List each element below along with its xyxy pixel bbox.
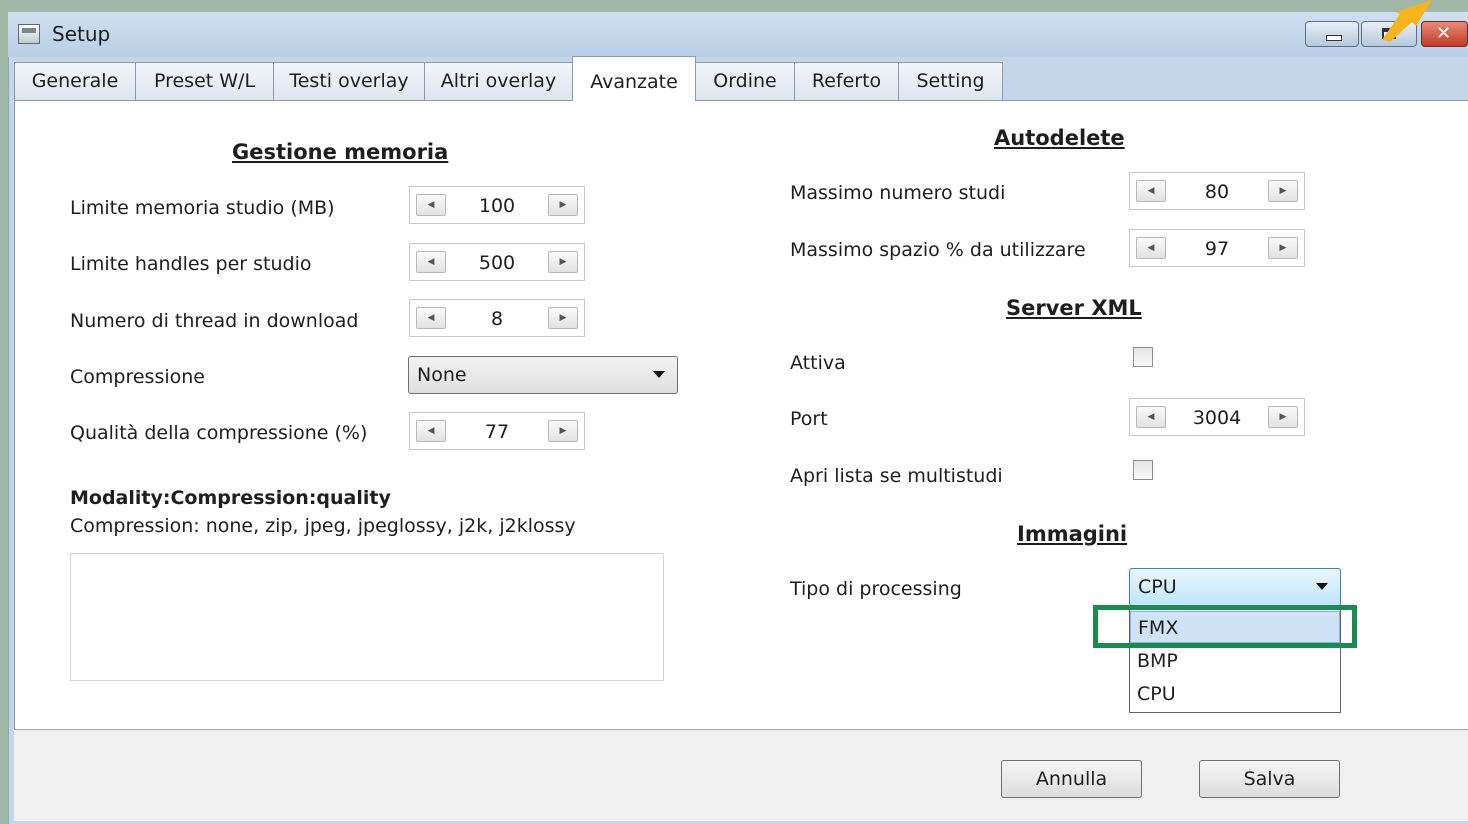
attiva-label: Attiva <box>790 352 846 374</box>
title-bar[interactable] <box>8 12 1468 57</box>
tab-setting[interactable]: Setting <box>898 62 1003 100</box>
handles-limit-spinner[interactable]: ◀ 500 ▶ <box>409 243 585 281</box>
tab-altri-overlay[interactable]: Altri overlay <box>424 62 573 100</box>
memory-limit-spinner[interactable]: ◀ 100 ▶ <box>409 186 585 224</box>
modality-textarea[interactable] <box>70 553 664 681</box>
spinner-value[interactable]: 77 <box>450 421 544 443</box>
processing-selected: CPU <box>1138 576 1177 598</box>
max-space-label: Massimo spazio % da utilizzare <box>790 239 1086 261</box>
tab-referto[interactable]: Referto <box>794 62 899 100</box>
port-spinner[interactable]: ◀ 3004 ▶ <box>1129 398 1305 436</box>
port-label: Port <box>790 408 828 430</box>
max-studies-spinner[interactable]: ◀ 80 ▶ <box>1129 172 1305 210</box>
decrement-button[interactable]: ◀ <box>416 251 446 273</box>
tab-testi-overlay[interactable]: Testi overlay <box>273 62 425 100</box>
decrement-button[interactable]: ◀ <box>1136 180 1166 202</box>
app-icon <box>18 24 40 44</box>
option-cpu[interactable]: CPU <box>1130 678 1340 710</box>
increment-button[interactable]: ▶ <box>1268 406 1298 428</box>
spinner-value[interactable]: 80 <box>1170 181 1264 203</box>
save-button[interactable]: Salva <box>1199 760 1340 798</box>
quality-spinner[interactable]: ◀ 77 ▶ <box>409 412 585 450</box>
chevron-down-icon <box>653 371 665 378</box>
increment-button[interactable]: ▶ <box>548 194 578 216</box>
close-icon: ✕ <box>1436 23 1452 44</box>
increment-button[interactable]: ▶ <box>548 307 578 329</box>
processing-select[interactable]: CPU <box>1129 568 1341 606</box>
decrement-button[interactable]: ◀ <box>416 307 446 329</box>
max-space-spinner[interactable]: ◀ 97 ▶ <box>1129 229 1305 267</box>
apri-lista-checkbox[interactable] <box>1133 460 1153 480</box>
tab-generale[interactable]: Generale <box>14 62 136 100</box>
spinner-value[interactable]: 500 <box>450 252 544 274</box>
decrement-button[interactable]: ◀ <box>416 420 446 442</box>
minimize-button[interactable] <box>1305 21 1359 47</box>
increment-button[interactable]: ▶ <box>1268 237 1298 259</box>
compression-label: Compressione <box>70 366 205 388</box>
window-title: Setup <box>52 22 111 46</box>
spinner-value[interactable]: 100 <box>450 195 544 217</box>
quality-label: Qualità della compressione (%) <box>70 422 368 444</box>
apri-lista-label: Apri lista se multistudi <box>790 465 1003 487</box>
tab-avanzate[interactable]: Avanzate <box>572 56 696 101</box>
attiva-checkbox[interactable] <box>1133 347 1153 367</box>
memory-heading: Gestione memoria <box>232 140 449 164</box>
chevron-down-icon <box>1316 583 1328 590</box>
spinner-value[interactable]: 97 <box>1170 238 1264 260</box>
pointer-arrow-icon <box>1382 0 1432 42</box>
processing-label: Tipo di processing <box>790 578 962 600</box>
threads-label: Numero di thread in download <box>70 310 359 332</box>
tab-preset-wl[interactable]: Preset W/L <box>135 62 274 100</box>
compression-select[interactable]: None <box>408 356 678 394</box>
immagini-heading: Immagini <box>1017 522 1128 546</box>
tab-ordine[interactable]: Ordine <box>695 62 795 100</box>
decrement-button[interactable]: ◀ <box>1136 237 1166 259</box>
decrement-button[interactable]: ◀ <box>416 194 446 216</box>
modality-help: Compression: none, zip, jpeg, jpeglossy,… <box>70 515 576 537</box>
spinner-value[interactable]: 8 <box>450 308 544 330</box>
highlight-annotation <box>1093 605 1357 648</box>
decrement-button[interactable]: ◀ <box>1136 406 1166 428</box>
increment-button[interactable]: ▶ <box>1268 180 1298 202</box>
increment-button[interactable]: ▶ <box>548 420 578 442</box>
compression-selected: None <box>417 364 467 386</box>
handles-limit-label: Limite handles per studio <box>70 253 312 275</box>
autodelete-heading: Autodelete <box>994 126 1125 150</box>
memory-limit-label: Limite memoria studio (MB) <box>70 197 335 219</box>
option-bmp[interactable]: BMP <box>1130 645 1340 677</box>
increment-button[interactable]: ▶ <box>548 251 578 273</box>
server-xml-heading: Server XML <box>1006 296 1142 320</box>
max-studies-label: Massimo numero studi <box>790 182 1006 204</box>
cancel-button[interactable]: Annulla <box>1001 760 1142 798</box>
spinner-value[interactable]: 3004 <box>1170 407 1264 429</box>
modality-title: Modality:Compression:quality <box>70 487 391 509</box>
threads-spinner[interactable]: ◀ 8 ▶ <box>409 299 585 337</box>
